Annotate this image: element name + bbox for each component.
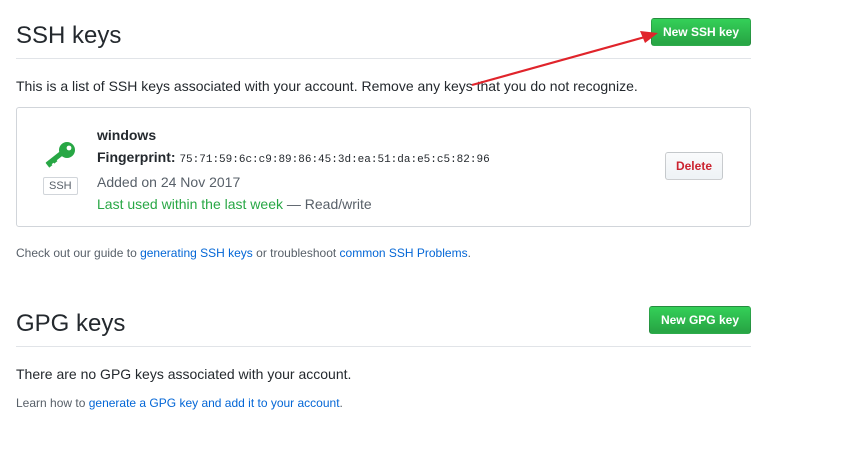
ssh-key-details: windows Fingerprint: 75:71:59:6c:c9:89:8… <box>97 124 490 215</box>
generating-ssh-keys-link[interactable]: generating SSH keys <box>140 246 253 260</box>
gpg-help-suffix: . <box>339 396 343 410</box>
ssh-key-item: SSH windows Fingerprint: 75:71:59:6c:c9:… <box>16 107 751 227</box>
fingerprint-row: Fingerprint: 75:71:59:6c:c9:89:86:45:3d:… <box>97 146 490 171</box>
key-icon <box>43 141 77 176</box>
gpg-keys-header: GPG keys New GPG key <box>16 306 751 347</box>
ssh-key-list: SSH windows Fingerprint: 75:71:59:6c:c9:… <box>16 0 751 260</box>
ssh-badge: SSH <box>43 177 78 195</box>
generate-gpg-key-link[interactable]: generate a GPG key and add it to your ac… <box>89 396 340 410</box>
gpg-keys-title: GPG keys <box>16 310 126 337</box>
last-used-text: Last used within the last week <box>97 196 283 212</box>
delete-ssh-key-button[interactable]: Delete <box>664 152 723 180</box>
ssh-help-text: Check out our guide to generating SSH ke… <box>16 244 471 262</box>
fingerprint-label: Fingerprint: <box>97 149 176 165</box>
common-ssh-problems-link[interactable]: common SSH Problems <box>340 246 468 260</box>
gpg-empty-text: There are no GPG keys associated with yo… <box>16 366 352 382</box>
ssh-key-name: windows <box>97 127 157 143</box>
gpg-help-prefix: Learn how to <box>16 396 89 410</box>
added-date: Added on 24 Nov 2017 <box>97 174 241 190</box>
gpg-help-text: Learn how to generate a GPG key and add … <box>16 394 343 412</box>
ssh-help-prefix: Check out our guide to <box>16 246 141 260</box>
ssh-help-middle: or troubleshoot <box>252 246 340 260</box>
new-gpg-key-button[interactable]: New GPG key <box>648 306 751 334</box>
access-level: — Read/write <box>286 196 372 212</box>
fingerprint-value: 75:71:59:6c:c9:89:86:45:3d:ea:51:da:e5:c… <box>179 154 490 166</box>
ssh-help-suffix: . <box>467 246 471 260</box>
gpg-keys-section: GPG keys New GPG key <box>16 306 751 347</box>
usage-row: Last used within the last week — Read/wr… <box>97 193 490 215</box>
